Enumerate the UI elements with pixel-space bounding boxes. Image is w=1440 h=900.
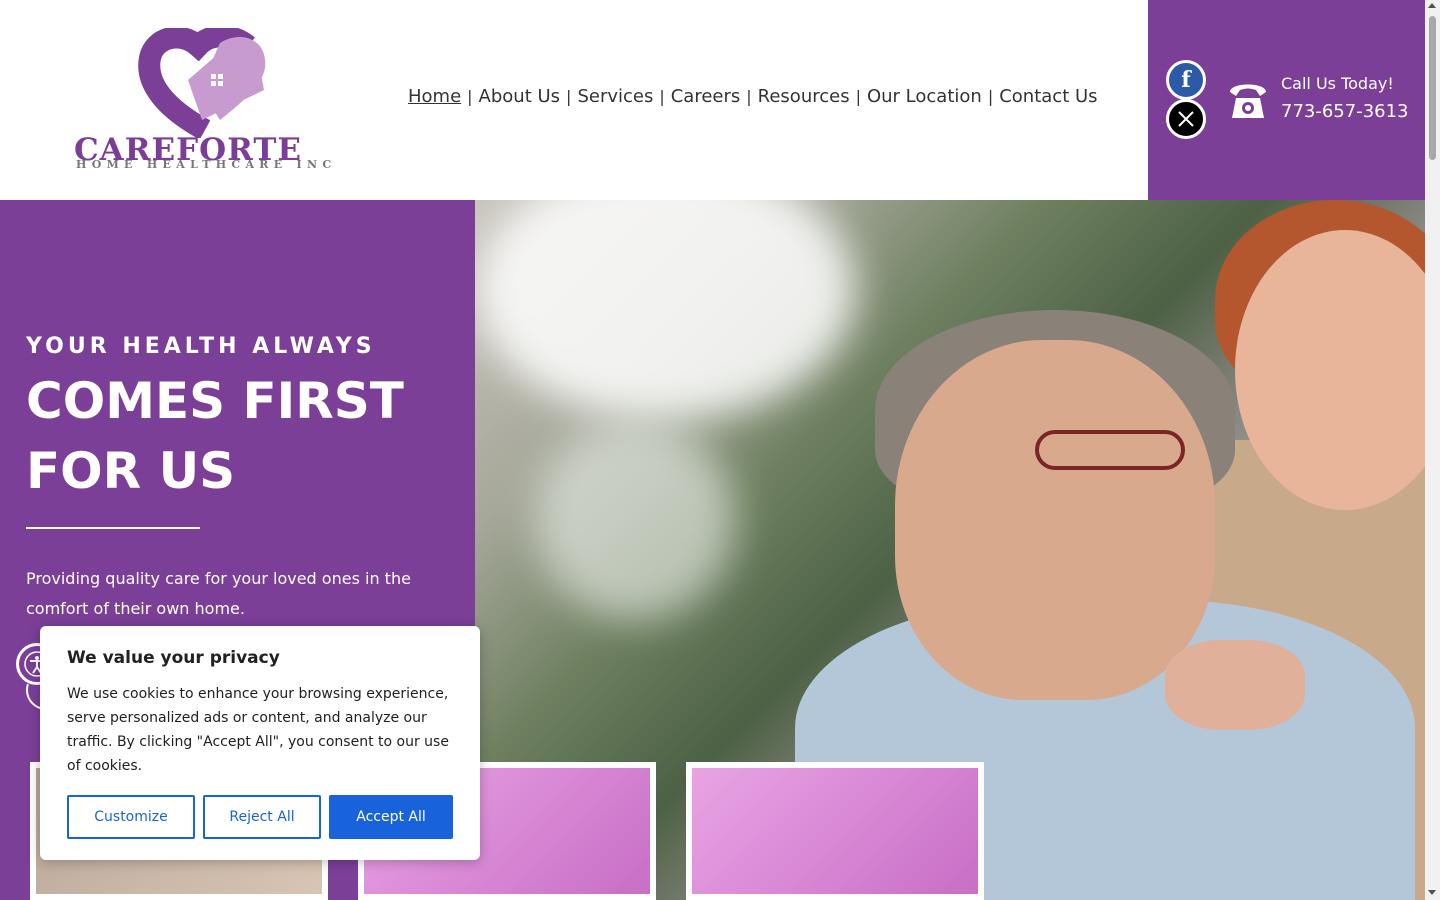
hero-divider bbox=[26, 527, 200, 529]
hero-kicker: YOUR HEALTH ALWAYS bbox=[26, 334, 376, 359]
reject-all-button[interactable]: Reject All bbox=[203, 795, 321, 839]
service-card[interactable] bbox=[686, 762, 984, 900]
cookie-text: We use cookies to enhance your browsing … bbox=[67, 686, 449, 774]
nav-our-location[interactable]: Our Location bbox=[867, 86, 982, 107]
nav-separator: | bbox=[746, 87, 752, 106]
cookie-title: We value your privacy bbox=[67, 648, 280, 668]
phone-icon bbox=[1230, 84, 1266, 118]
nav-about-us[interactable]: About Us bbox=[479, 86, 561, 107]
nav-home[interactable]: Home bbox=[408, 86, 461, 107]
scrollbar[interactable] bbox=[1425, 0, 1440, 900]
scroll-thumb[interactable] bbox=[1429, 16, 1436, 160]
scroll-down-icon[interactable] bbox=[1428, 890, 1436, 895]
nav-resources[interactable]: Resources bbox=[758, 86, 850, 107]
hero-headline: COMES FIRST FOR US bbox=[26, 372, 404, 500]
logo[interactable]: CAREFORTE HOME HEALTHCARE INC bbox=[70, 25, 340, 178]
cookie-buttons: Customize Reject All Accept All bbox=[67, 795, 453, 839]
nav-separator: | bbox=[467, 87, 473, 106]
contact-panel: f Call Us Today! 773-657-3613 bbox=[1148, 0, 1425, 200]
nav-services[interactable]: Services bbox=[577, 86, 653, 107]
nav-careers[interactable]: Careers bbox=[671, 86, 741, 107]
nav-separator: | bbox=[855, 87, 861, 106]
customize-button[interactable]: Customize bbox=[67, 795, 195, 839]
facebook-icon[interactable]: f bbox=[1166, 60, 1206, 100]
main-nav: Home | About Us | Services | Careers | R… bbox=[408, 86, 1098, 107]
nav-separator: | bbox=[987, 87, 994, 106]
logo-subtitle: HOME HEALTHCARE INC bbox=[76, 158, 337, 171]
nav-contact-us[interactable]: Contact Us bbox=[999, 86, 1097, 107]
phone-number[interactable]: 773-657-3613 bbox=[1281, 101, 1409, 122]
heart-house-logo-icon bbox=[138, 25, 266, 140]
cookie-consent-dialog: We value your privacy We use cookies to … bbox=[40, 626, 480, 860]
accept-all-button[interactable]: Accept All bbox=[329, 795, 453, 839]
site-header: CAREFORTE HOME HEALTHCARE INC Home | Abo… bbox=[0, 0, 1425, 200]
nav-separator: | bbox=[566, 87, 572, 106]
scroll-up-icon[interactable] bbox=[1428, 3, 1436, 8]
call-label: Call Us Today! bbox=[1281, 74, 1394, 93]
x-icon[interactable] bbox=[1166, 99, 1206, 139]
hero-description: Providing quality care for your loved on… bbox=[26, 569, 411, 618]
nav-separator: | bbox=[659, 87, 665, 106]
